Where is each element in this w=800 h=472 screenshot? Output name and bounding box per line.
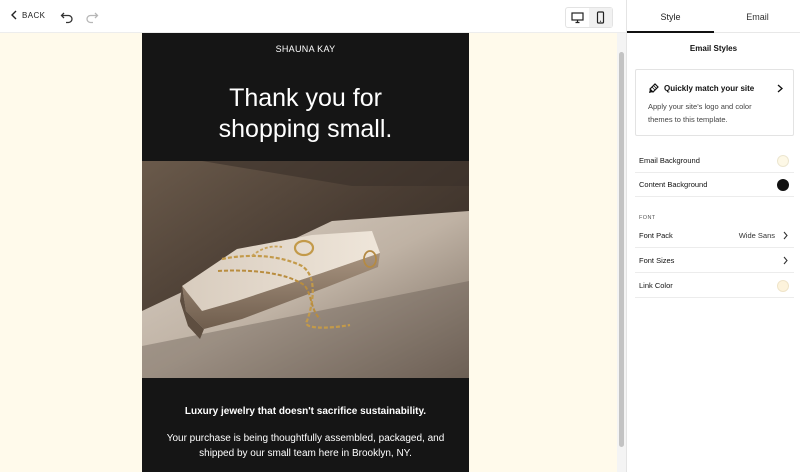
email-headline[interactable]: Thank you for shopping small.	[142, 83, 469, 145]
desktop-view-button[interactable]	[566, 8, 589, 27]
link-color-label: Link Color	[639, 281, 673, 290]
font-pack-row[interactable]: Font Pack Wide Sans	[635, 224, 794, 248]
email-tagline[interactable]: Luxury jewelry that doesn't sacrifice su…	[142, 406, 469, 417]
email-background-label: Email Background	[639, 156, 700, 165]
device-toggle	[565, 7, 613, 28]
hero-image[interactable]	[142, 161, 469, 378]
canvas-scrollbar-thumb[interactable]	[619, 52, 624, 447]
tab-email[interactable]: Email	[714, 0, 800, 33]
email-background-swatch[interactable]	[777, 155, 789, 167]
undo-icon[interactable]	[60, 10, 74, 24]
panel-title: Email Styles	[689, 44, 738, 53]
back-label: BACK	[22, 10, 46, 20]
email-background-row[interactable]: Email Background	[635, 149, 794, 173]
desktop-icon	[571, 12, 584, 24]
link-color-row[interactable]: Link Color	[635, 274, 794, 298]
email-canvas: SHAUNA KAY Thank you for shopping small.	[0, 33, 626, 472]
style-panel: Style Email Email Styles Quickly match y…	[626, 0, 800, 472]
mobile-view-button[interactable]	[589, 8, 612, 27]
redo-icon[interactable]	[85, 10, 99, 24]
content-background-swatch[interactable]	[777, 179, 789, 191]
match-site-title: Quickly match your site	[664, 84, 755, 93]
match-site-card[interactable]: Quickly match your site Apply your site'…	[635, 69, 794, 136]
chevron-right-icon	[783, 231, 788, 240]
content-background-row[interactable]: Content Background	[635, 173, 794, 197]
link-color-swatch[interactable]	[777, 280, 789, 292]
mobile-icon	[596, 11, 605, 24]
font-pack-value: Wide Sans	[738, 231, 775, 240]
brand-name[interactable]: SHAUNA KAY	[142, 44, 469, 54]
panel-tabs: Style Email	[627, 0, 800, 33]
font-sizes-row[interactable]: Font Sizes	[635, 249, 794, 273]
font-pack-label: Font Pack	[639, 231, 673, 240]
font-sizes-label: Font Sizes	[639, 256, 675, 265]
tab-style[interactable]: Style	[627, 0, 714, 33]
paint-brush-icon	[649, 83, 659, 93]
font-section-label: FONT	[639, 215, 656, 221]
editor-toolbar: BACK	[0, 0, 626, 33]
chevron-right-icon	[783, 256, 788, 265]
back-button[interactable]: BACK	[10, 10, 45, 20]
chevron-right-icon	[777, 84, 783, 93]
chevron-left-icon	[11, 10, 17, 20]
active-tab-indicator	[627, 31, 714, 33]
content-background-label: Content Background	[639, 180, 708, 189]
match-site-description: Apply your site's logo and color themes …	[648, 102, 752, 124]
email-body-copy[interactable]: Your purchase is being thoughtfully asse…	[160, 431, 451, 461]
email-content[interactable]: SHAUNA KAY Thank you for shopping small.	[142, 33, 469, 472]
